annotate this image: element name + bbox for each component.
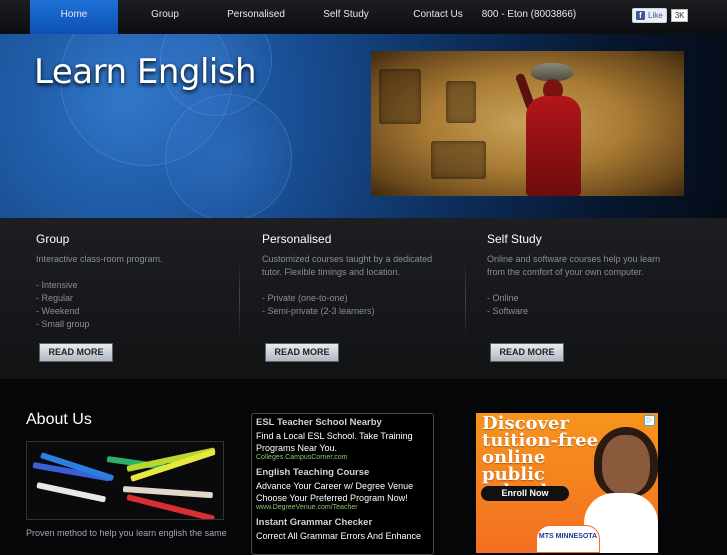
feature-title: Self Study bbox=[487, 232, 542, 246]
feature-line: - Small group bbox=[36, 319, 90, 329]
hero-title: Learn English bbox=[34, 52, 257, 92]
fb-like-button[interactable]: f Like bbox=[632, 8, 667, 23]
features-section: Group Interactive class-room program. - … bbox=[0, 218, 727, 379]
ad-item[interactable]: Instant Grammar Checker Correct All Gram… bbox=[256, 517, 429, 542]
ad-url[interactable]: Colleges.CampusCorner.com bbox=[256, 454, 429, 461]
ad-choices-icon[interactable]: ▷ bbox=[644, 415, 655, 426]
feature-title: Personalised bbox=[262, 232, 332, 246]
read-more-button-group[interactable]: READ MORE bbox=[39, 343, 113, 362]
feature-spacer bbox=[487, 279, 672, 292]
feature-text: Online and software courses help you lea… bbox=[487, 253, 672, 318]
banner-logo: MTS MINNESOTA bbox=[536, 525, 600, 553]
feature-line: - Private (one-to-one) bbox=[262, 293, 348, 303]
hero-banner: Learn English bbox=[0, 34, 727, 218]
display-ad-banner[interactable]: Discover tuition-free online public scho… bbox=[476, 413, 658, 553]
feature-line: Interactive class-room program. bbox=[36, 254, 163, 264]
ad-url[interactable]: www.DegreeVenue.com/Teacher bbox=[256, 504, 429, 511]
nav-home[interactable]: Home bbox=[30, 0, 118, 34]
about-title: About Us bbox=[26, 411, 92, 428]
feature-line: - Intensive bbox=[36, 280, 78, 290]
photo-window bbox=[379, 69, 421, 124]
feature-line: Online and software courses help you lea… bbox=[487, 254, 661, 277]
photo-window bbox=[431, 141, 486, 179]
ad-title[interactable]: Instant Grammar Checker bbox=[256, 517, 429, 528]
read-more-button-personalised[interactable]: READ MORE bbox=[265, 343, 339, 362]
fb-like-label: Like bbox=[648, 11, 663, 20]
ad-item[interactable]: English Teaching Course Advance Your Car… bbox=[256, 467, 429, 511]
feature-spacer bbox=[262, 279, 447, 292]
nav-self-study[interactable]: Self Study bbox=[304, 0, 388, 34]
text-ads-block: ESL Teacher School Nearby Find a Local E… bbox=[251, 413, 434, 555]
feature-title: Group bbox=[36, 232, 70, 246]
nav-group[interactable]: Group bbox=[122, 0, 208, 34]
about-image-pencils bbox=[26, 441, 224, 520]
ad-description: Correct All Grammar Errors And Enhance bbox=[256, 531, 422, 541]
hero-photo bbox=[371, 51, 684, 196]
ad-description: Advance Your Career w/ Degree Venue Choo… bbox=[256, 481, 414, 503]
feature-line: Customized courses taught by a dedicated… bbox=[262, 254, 433, 277]
read-more-button-self-study[interactable]: READ MORE bbox=[490, 343, 564, 362]
ad-title[interactable]: English Teaching Course bbox=[256, 467, 429, 478]
ad-item[interactable]: ESL Teacher School Nearby Find a Local E… bbox=[256, 417, 429, 461]
feature-divider bbox=[239, 258, 240, 338]
about-text: Proven method to help you learn english … bbox=[26, 528, 227, 538]
feature-text: Customized courses taught by a dedicated… bbox=[262, 253, 447, 318]
feature-spacer bbox=[36, 266, 221, 279]
enroll-now-button[interactable]: Enroll Now bbox=[481, 486, 569, 501]
feature-line: - Semi-private (2-3 learners) bbox=[262, 306, 375, 316]
ad-girl-face bbox=[602, 435, 650, 495]
photo-figure-body bbox=[526, 96, 581, 196]
nav-contact-us[interactable]: Contact Us bbox=[393, 0, 483, 34]
feature-line: - Software bbox=[487, 306, 529, 316]
facebook-icon: f bbox=[636, 11, 645, 20]
nav-personalised[interactable]: Personalised bbox=[212, 0, 300, 34]
feature-text: Interactive class-room program. - Intens… bbox=[36, 253, 221, 331]
feature-line: - Online bbox=[487, 293, 519, 303]
pencil bbox=[36, 482, 107, 503]
feature-line: - Weekend bbox=[36, 306, 80, 316]
top-nav: Home Group Personalised Self Study Conta… bbox=[0, 0, 727, 35]
ad-description: Find a Local ESL School. Take Training P… bbox=[256, 431, 413, 453]
photo-window bbox=[446, 81, 476, 123]
feature-divider bbox=[465, 258, 466, 338]
facebook-like-widget[interactable]: f Like 3K bbox=[632, 8, 689, 23]
phone-number: 800 - Eton (8003866) bbox=[481, 9, 577, 20]
fb-like-count: 3K bbox=[670, 9, 689, 22]
feature-line: - Regular bbox=[36, 293, 74, 303]
ad-title[interactable]: ESL Teacher School Nearby bbox=[256, 417, 429, 428]
pencil bbox=[126, 494, 216, 519]
